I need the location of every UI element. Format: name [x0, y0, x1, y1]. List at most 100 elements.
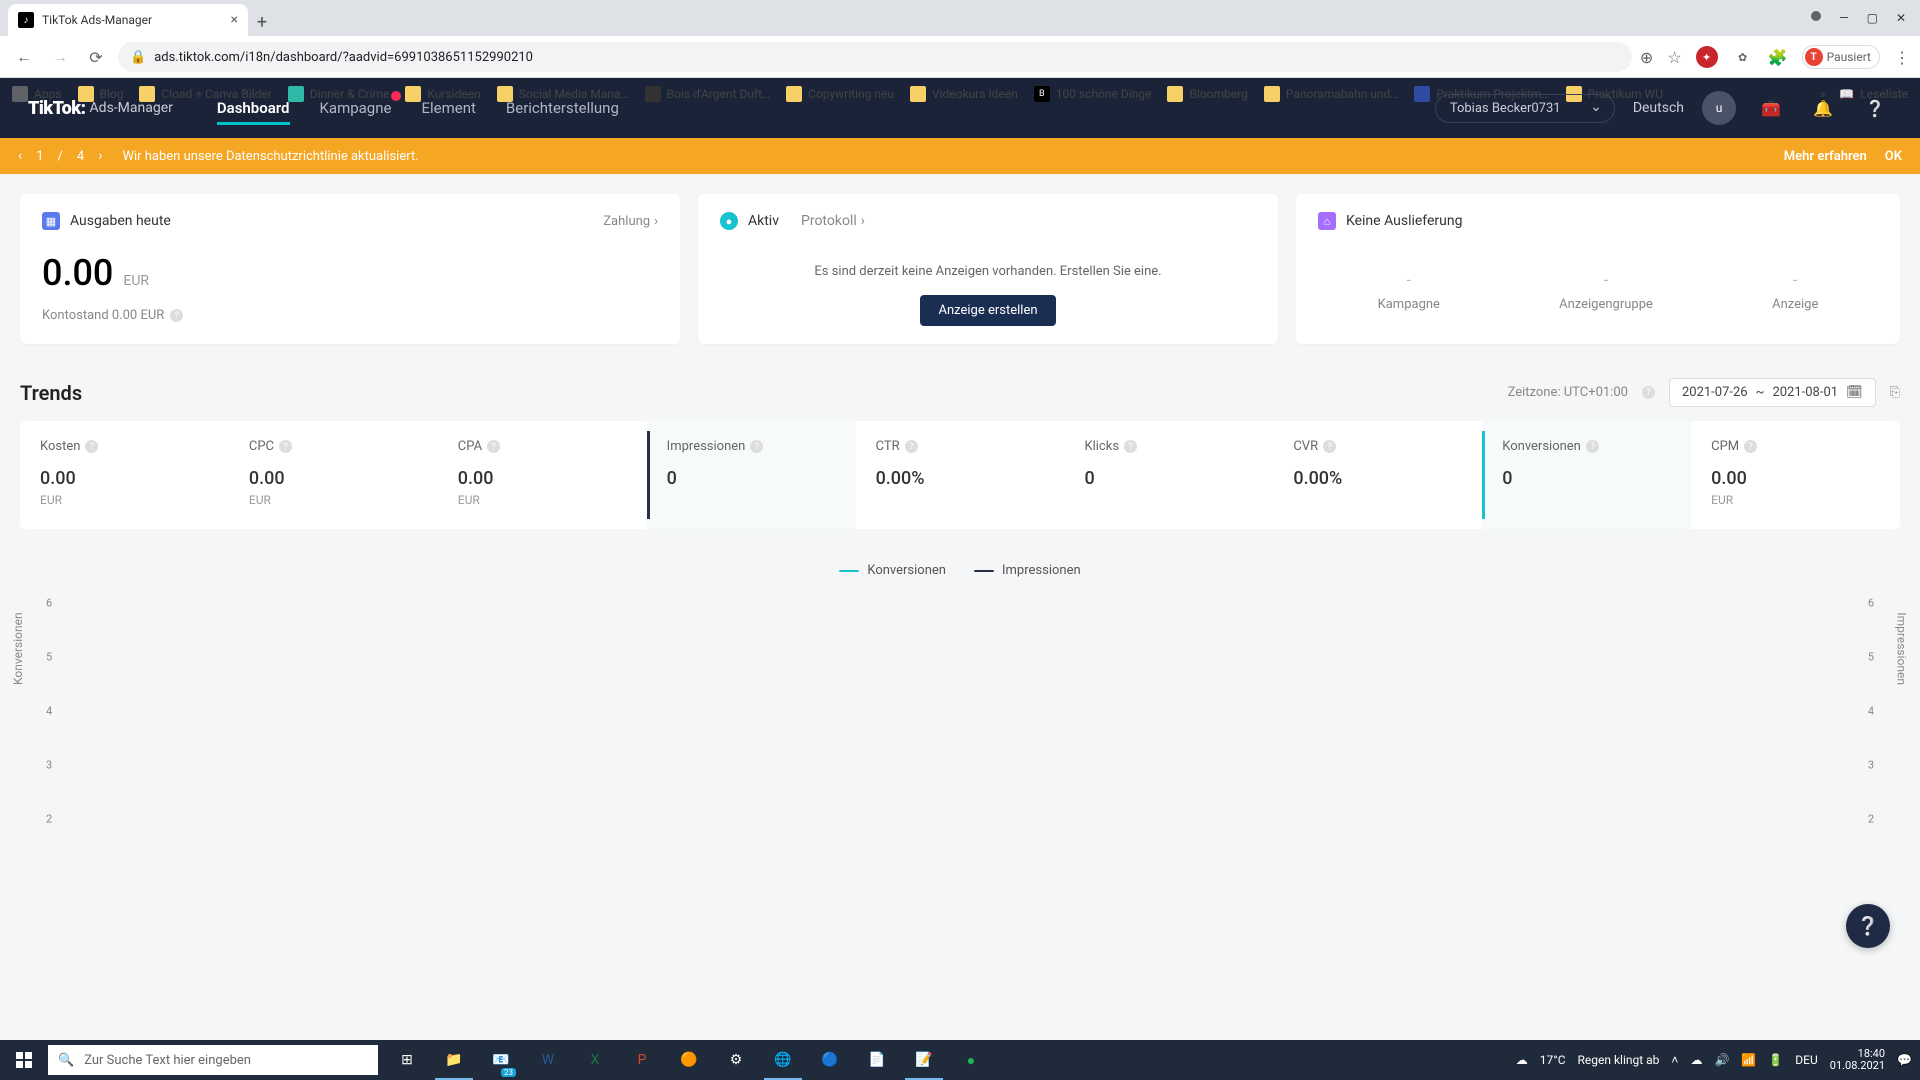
bookmark-item[interactable]: Videokurs Ideen [910, 86, 1018, 102]
tray-chevron-icon[interactable]: ˄ [1671, 1053, 1678, 1067]
info-icon[interactable]: ? [1586, 440, 1599, 453]
info-icon[interactable]: ? [487, 440, 500, 453]
create-ad-button[interactable]: Anzeige erstellen [920, 295, 1055, 326]
calendar-icon: 🗓 [1846, 385, 1863, 400]
delivery-campaign-col[interactable]: -Kampagne [1378, 270, 1440, 312]
zoom-icon[interactable]: ⊕ [1640, 48, 1653, 67]
browser-tab[interactable]: ♪ TikTok Ads-Manager × [8, 4, 248, 36]
info-icon[interactable]: ? [1744, 440, 1757, 453]
weather-icon[interactable]: ☁ [1516, 1053, 1528, 1067]
info-icon[interactable]: ? [1124, 440, 1137, 453]
user-avatar-icon[interactable]: u [1702, 91, 1736, 125]
profile-chip[interactable]: T Pausiert [1802, 45, 1880, 69]
date-range-picker[interactable]: 2021-07-26 ~ 2021-08-01 🗓 [1669, 378, 1876, 407]
log-link[interactable]: Protokoll› [801, 213, 865, 229]
notice-prev-icon[interactable]: ‹ [18, 148, 22, 164]
business-center-icon[interactable]: 🧰 [1754, 91, 1788, 125]
chrome-icon[interactable]: 🌐 [760, 1040, 806, 1080]
info-icon[interactable]: ? [279, 440, 292, 453]
info-icon[interactable]: ? [85, 440, 98, 453]
metric-value: 0 [1084, 468, 1253, 489]
action-center-icon[interactable]: 💬 [1897, 1053, 1912, 1067]
mail-icon[interactable]: 📧23 [478, 1040, 524, 1080]
forward-button[interactable]: → [46, 43, 74, 71]
powerpoint-icon[interactable]: P [619, 1040, 665, 1080]
metric-cvr[interactable]: CVR?0.00% [1273, 421, 1482, 529]
info-icon[interactable]: ? [905, 440, 918, 453]
app-icon[interactable]: 🟠 [666, 1040, 712, 1080]
delivery-adgroup-col[interactable]: -Anzeigengruppe [1559, 270, 1653, 312]
kebab-menu-icon[interactable]: ⋮ [1894, 48, 1910, 67]
spotify-icon[interactable]: ● [948, 1040, 994, 1080]
maximize-icon[interactable]: ▢ [1867, 11, 1878, 25]
minimize-icon[interactable]: — [1839, 11, 1848, 25]
account-dot-icon[interactable] [1811, 11, 1821, 21]
help-icon[interactable]: ❔ [1858, 91, 1892, 125]
info-icon[interactable]: ? [170, 309, 183, 322]
account-selector[interactable]: Tobias Becker0731 [1435, 94, 1615, 123]
extensions-menu-icon[interactable]: 🧩 [1768, 48, 1788, 67]
new-tab-button[interactable]: + [248, 8, 276, 36]
search-icon: 🔍 [58, 1053, 74, 1068]
bookmark-item[interactable]: Bois d'Argent Duft… [645, 86, 771, 102]
reload-button[interactable]: ⟳ [82, 43, 110, 71]
notepad-icon[interactable]: 📝 [901, 1040, 947, 1080]
metric-impressionen[interactable]: Impressionen?0 [647, 421, 856, 529]
info-icon[interactable]: ? [750, 440, 763, 453]
excel-icon[interactable]: X [572, 1040, 618, 1080]
star-icon[interactable]: ☆ [1667, 48, 1681, 67]
taskbar-clock[interactable]: 18:40 01.08.2021 [1830, 1048, 1885, 1072]
nav-kampagne[interactable]: Kampagne [320, 81, 392, 135]
payment-link[interactable]: Zahlung› [603, 214, 658, 229]
metric-ctr[interactable]: CTR?0.00% [856, 421, 1065, 529]
tab-close-icon[interactable]: × [231, 12, 238, 28]
bell-icon[interactable]: 🔔 [1806, 91, 1840, 125]
metric-konversionen[interactable]: Konversionen?0 [1482, 421, 1691, 529]
nav-dashboard[interactable]: Dashboard [217, 81, 290, 135]
notice-next-icon[interactable]: › [98, 148, 102, 164]
volume-icon[interactable]: 🔊 [1714, 1053, 1729, 1067]
language-selector[interactable]: Deutsch [1633, 100, 1684, 116]
bookmark-item[interactable]: Copywriting neu [786, 86, 894, 102]
wifi-icon[interactable]: 📶 [1741, 1053, 1756, 1067]
metric-cpa[interactable]: CPA?0.00EUR [438, 421, 647, 529]
edge-icon[interactable]: 🔵 [807, 1040, 853, 1080]
keyboard-lang[interactable]: DEU [1795, 1053, 1817, 1067]
weather-temp: 17°C [1540, 1053, 1566, 1067]
address-bar[interactable]: 🔒 ads.tiktok.com/i18n/dashboard/?aadvid=… [118, 42, 1632, 72]
legend-konversionen[interactable]: Konversionen [839, 563, 946, 578]
task-view-icon[interactable]: ⊞ [384, 1040, 430, 1080]
file-explorer-icon[interactable]: 📁 [431, 1040, 477, 1080]
help-fab-button[interactable]: ❔ [1846, 904, 1890, 948]
app-icon-2[interactable]: 📄 [854, 1040, 900, 1080]
extension-icon[interactable]: ✿ [1732, 46, 1754, 68]
info-icon[interactable]: ? [1323, 440, 1336, 453]
battery-icon[interactable]: 🔋 [1768, 1053, 1783, 1067]
notice-ok-button[interactable]: OK [1885, 149, 1902, 164]
export-icon[interactable]: ⎘ [1890, 385, 1900, 400]
metric-kosten[interactable]: Kosten?0.00EUR [20, 421, 229, 529]
notification-badge-icon [391, 91, 401, 101]
bookmark-item[interactable]: Bloomberg [1167, 86, 1247, 102]
close-window-icon[interactable]: ✕ [1896, 11, 1906, 25]
nav-reports[interactable]: Berichterstellung [506, 81, 619, 135]
taskbar-search[interactable]: 🔍 Zur Suche Text hier eingeben [48, 1045, 378, 1075]
extension-abp-icon[interactable]: ✦ [1696, 46, 1718, 68]
word-icon[interactable]: W [525, 1040, 571, 1080]
legend-impressionen[interactable]: Impressionen [974, 563, 1081, 578]
metric-cpc[interactable]: CPC?0.00EUR [229, 421, 438, 529]
app-logo[interactable]: TikTok: Ads-Manager [28, 98, 173, 119]
obs-icon[interactable]: ⚙ [713, 1040, 759, 1080]
onedrive-icon[interactable]: ☁ [1690, 1053, 1702, 1067]
notice-learn-more[interactable]: Mehr erfahren [1784, 149, 1867, 164]
delivery-ad-col[interactable]: -Anzeige [1772, 270, 1818, 312]
metric-cpm[interactable]: CPM?0.00EUR [1691, 421, 1900, 529]
metric-klicks[interactable]: Klicks?0 [1064, 421, 1273, 529]
bookmark-item[interactable]: B100 schöne Dinge [1034, 86, 1152, 102]
bookmark-item[interactable]: Panoramabahn und… [1264, 86, 1398, 102]
back-button[interactable]: ← [10, 43, 38, 71]
y-tick-right: 5 [1868, 651, 1874, 664]
nav-element[interactable]: Element [421, 81, 475, 135]
info-icon[interactable]: ? [1642, 386, 1655, 399]
start-button[interactable] [0, 1040, 48, 1080]
